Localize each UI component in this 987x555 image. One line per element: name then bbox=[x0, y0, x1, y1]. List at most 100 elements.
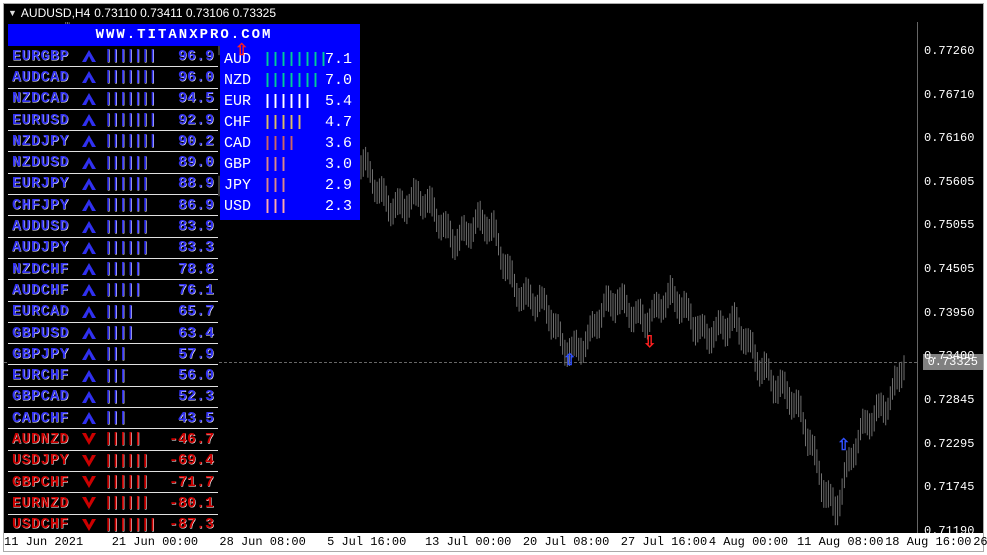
pair-row-audusd[interactable]: AUDUSD||||||83.9 bbox=[8, 216, 218, 237]
strength-bars: ||| bbox=[263, 156, 319, 173]
strength-bars: |||| bbox=[104, 325, 160, 341]
arrow-down-icon bbox=[80, 496, 98, 510]
y-tick: 0.71745 bbox=[924, 480, 974, 494]
pair-symbol: GBPCAD bbox=[12, 388, 74, 405]
pair-row-cadchf[interactable]: CADCHF|||43.5 bbox=[8, 408, 218, 429]
strength-bars: |||||||| bbox=[263, 51, 319, 68]
pair-row-eurusd[interactable]: EURUSD|||||||92.9 bbox=[8, 110, 218, 131]
pair-symbol: USDCHF bbox=[12, 516, 74, 533]
strength-bars: |||||| bbox=[104, 495, 160, 511]
x-tick: 13 Jul 00:00 bbox=[425, 535, 511, 549]
arrow-up-icon bbox=[80, 92, 98, 106]
arrow-up-icon bbox=[80, 262, 98, 276]
currency-code: JPY bbox=[224, 177, 258, 194]
strength-bars: ||| bbox=[104, 389, 160, 405]
arrow-up-icon bbox=[80, 241, 98, 255]
pair-row-nzdusd[interactable]: NZDUSD||||||89.0 bbox=[8, 152, 218, 173]
pair-row-gbpjpy[interactable]: GBPJPY|||57.9 bbox=[8, 344, 218, 365]
pair-row-nzdcad[interactable]: NZDCAD|||||||94.5 bbox=[8, 89, 218, 110]
pair-row-usdchf[interactable]: USDCHF|||||||-87.3 bbox=[8, 515, 218, 533]
pair-row-audcad[interactable]: AUDCAD|||||||96.0 bbox=[8, 67, 218, 88]
ohlc-readout: 0.73110 0.73411 0.73106 0.73325 bbox=[94, 6, 276, 20]
strength-bars: ||||| bbox=[104, 431, 160, 447]
chart-window[interactable]: ▼ AUDUSD,H4 0.73110 0.73411 0.73106 0.73… bbox=[3, 3, 984, 552]
strength-row-jpy[interactable]: JPY|||2.9 bbox=[224, 175, 356, 196]
strength-value: 2.9 bbox=[324, 177, 356, 194]
pair-symbol: CHFJPY bbox=[12, 197, 74, 214]
pair-row-eurjpy[interactable]: EURJPY||||||88.9 bbox=[8, 174, 218, 195]
pair-value: 96.9 bbox=[166, 48, 214, 65]
strength-row-eur[interactable]: EUR||||||5.4 bbox=[224, 91, 356, 112]
pair-symbol: NZDUSD bbox=[12, 154, 74, 171]
pair-row-nzdjpy[interactable]: NZDJPY|||||||90.2 bbox=[8, 131, 218, 152]
strength-row-nzd[interactable]: NZD|||||||7.0 bbox=[224, 70, 356, 91]
currency-code: USD bbox=[224, 198, 258, 215]
arrow-up-icon bbox=[80, 411, 98, 425]
pair-value: 89.0 bbox=[166, 154, 214, 171]
arrow-up-icon bbox=[80, 49, 98, 63]
signal-arrow-down-icon: ⇩ bbox=[643, 332, 656, 352]
strength-bars: ||||||| bbox=[104, 112, 160, 128]
strength-value: 7.0 bbox=[324, 72, 356, 89]
pair-symbol: GBPCHF bbox=[12, 474, 74, 491]
pair-row-eurnzd[interactable]: EURNZD |||||| -80.1 bbox=[8, 493, 218, 514]
chart-title: AUDUSD,H4 bbox=[21, 6, 90, 20]
x-tick: 21 Jun 00:00 bbox=[112, 535, 198, 549]
strength-bars: ||| bbox=[263, 198, 319, 215]
strength-bars: |||||| bbox=[104, 176, 160, 192]
pair-row-audchf[interactable]: AUDCHF|||||76.1 bbox=[8, 280, 218, 301]
strength-row-chf[interactable]: CHF|||||4.7 bbox=[224, 112, 356, 133]
pair-row-gbpusd[interactable]: GBPUSD||||63.4 bbox=[8, 323, 218, 344]
price-axis: 0.73325 0.772600.767100.761600.756050.75… bbox=[917, 22, 983, 533]
pair-row-eurgbp[interactable]: EURGBP ||||||| 96.9 bbox=[8, 46, 218, 67]
currency-code: GBP bbox=[224, 156, 258, 173]
pair-value: 43.5 bbox=[166, 410, 214, 427]
pair-value: 57.9 bbox=[166, 346, 214, 363]
strength-bars: ||||| bbox=[104, 261, 160, 277]
pair-value: 83.9 bbox=[166, 218, 214, 235]
pair-value: -69.4 bbox=[166, 452, 214, 469]
x-tick: 28 Jun 08:00 bbox=[219, 535, 305, 549]
strength-bars: |||||| bbox=[104, 474, 160, 490]
pair-row-eurcad[interactable]: EURCAD||||65.7 bbox=[8, 302, 218, 323]
pair-symbol: EURCHF bbox=[12, 367, 74, 384]
pair-symbol: AUDNZD bbox=[12, 431, 74, 448]
pair-row-chfjpy[interactable]: CHFJPY||||||86.9 bbox=[8, 195, 218, 216]
strength-row-cad[interactable]: CAD||||3.6 bbox=[224, 133, 356, 154]
strength-value: 4.7 bbox=[324, 114, 356, 131]
pair-symbol: AUDCAD bbox=[12, 69, 74, 86]
pair-symbol: AUDUSD bbox=[12, 218, 74, 235]
pair-row-gbpcad[interactable]: GBPCAD|||52.3 bbox=[8, 387, 218, 408]
strength-bars: ||| bbox=[104, 368, 160, 384]
pair-value: 78.8 bbox=[166, 261, 214, 278]
strength-row-gbp[interactable]: GBP|||3.0 bbox=[224, 154, 356, 175]
pair-value: 56.0 bbox=[166, 367, 214, 384]
pair-symbol: GBPUSD bbox=[12, 325, 74, 342]
pair-symbol: EURNZD bbox=[12, 495, 74, 512]
pair-row-usdjpy[interactable]: USDJPY||||||-69.4 bbox=[8, 451, 218, 472]
pair-row-audjpy[interactable]: AUDJPY||||||83.3 bbox=[8, 238, 218, 259]
pair-value: 94.5 bbox=[166, 90, 214, 107]
x-tick: 5 Jul 16:00 bbox=[327, 535, 406, 549]
arrow-up-icon bbox=[80, 390, 98, 404]
strength-bars: ||||| bbox=[104, 282, 160, 298]
arrow-up-icon bbox=[80, 283, 98, 297]
pair-symbol: AUDJPY bbox=[12, 239, 74, 256]
strength-row-usd[interactable]: USD|||2.3 bbox=[224, 196, 356, 217]
arrow-up-icon bbox=[80, 220, 98, 234]
strength-bars: ||||||| bbox=[104, 91, 160, 107]
pair-row-gbpchf[interactable]: GBPCHF||||||-71.7 bbox=[8, 472, 218, 493]
chart-area[interactable]: WWW.TITANXPRO.COM EURGBP|||||||96.9AUDCA… bbox=[4, 22, 917, 533]
pair-row-audnzd[interactable]: AUDNZD|||||-46.7 bbox=[8, 429, 218, 450]
pair-row-nzdchf[interactable]: NZDCHF|||||78.8 bbox=[8, 259, 218, 280]
currency-pair-panel[interactable]: EURGBP|||||||96.9AUDCAD|||||||96.0NZDCAD… bbox=[8, 46, 218, 533]
pair-symbol: EURUSD bbox=[12, 112, 74, 129]
pair-value: -80.1 bbox=[166, 495, 214, 512]
strength-bars: ||||||| bbox=[104, 48, 160, 64]
pair-symbol: EURGBP bbox=[12, 48, 74, 65]
arrow-up-icon bbox=[80, 70, 98, 84]
currency-strength-panel[interactable]: AUD||||||||7.1NZD|||||||7.0EUR||||||5.4C… bbox=[220, 46, 360, 220]
y-tick: 0.73400 bbox=[924, 349, 974, 363]
pair-symbol: GBPJPY bbox=[12, 346, 74, 363]
pair-row-eurchf[interactable]: EURCHF ||| 56.0 bbox=[8, 365, 218, 386]
